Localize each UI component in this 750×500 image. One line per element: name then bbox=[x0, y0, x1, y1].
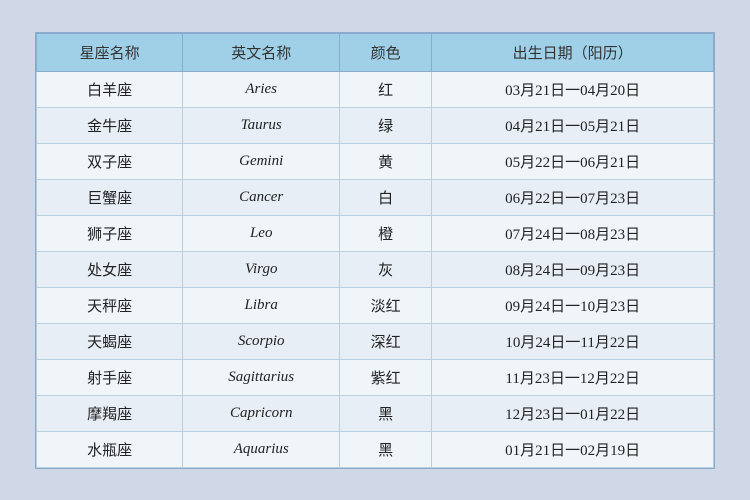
cell-chinese-name: 巨蟹座 bbox=[37, 179, 183, 215]
table-row: 摩羯座Capricorn黑12月23日一01月22日 bbox=[37, 395, 714, 431]
table-row: 天蝎座Scorpio深红10月24日一11月22日 bbox=[37, 323, 714, 359]
cell-dates: 08月24日一09月23日 bbox=[432, 251, 714, 287]
table-header-row: 星座名称 英文名称 颜色 出生日期（阳历） bbox=[37, 33, 714, 71]
table-row: 射手座Sagittarius紫红11月23日一12月22日 bbox=[37, 359, 714, 395]
cell-color: 橙 bbox=[340, 215, 432, 251]
cell-dates: 01月21日一02月19日 bbox=[432, 431, 714, 467]
cell-chinese-name: 金牛座 bbox=[37, 107, 183, 143]
cell-english-name: Sagittarius bbox=[183, 359, 340, 395]
cell-english-name: Capricorn bbox=[183, 395, 340, 431]
cell-english-name: Virgo bbox=[183, 251, 340, 287]
header-english-name: 英文名称 bbox=[183, 33, 340, 71]
cell-color: 白 bbox=[340, 179, 432, 215]
cell-chinese-name: 天蝎座 bbox=[37, 323, 183, 359]
table-row: 双子座Gemini黄05月22日一06月21日 bbox=[37, 143, 714, 179]
table-row: 金牛座Taurus绿04月21日一05月21日 bbox=[37, 107, 714, 143]
cell-color: 深红 bbox=[340, 323, 432, 359]
cell-color: 黄 bbox=[340, 143, 432, 179]
cell-dates: 03月21日一04月20日 bbox=[432, 71, 714, 107]
cell-dates: 11月23日一12月22日 bbox=[432, 359, 714, 395]
cell-dates: 09月24日一10月23日 bbox=[432, 287, 714, 323]
table-row: 巨蟹座Cancer白06月22日一07月23日 bbox=[37, 179, 714, 215]
table-row: 白羊座Aries红03月21日一04月20日 bbox=[37, 71, 714, 107]
header-color: 颜色 bbox=[340, 33, 432, 71]
cell-color: 紫红 bbox=[340, 359, 432, 395]
cell-english-name: Aries bbox=[183, 71, 340, 107]
cell-color: 灰 bbox=[340, 251, 432, 287]
zodiac-table: 星座名称 英文名称 颜色 出生日期（阳历） 白羊座Aries红03月21日一04… bbox=[36, 33, 714, 468]
cell-chinese-name: 白羊座 bbox=[37, 71, 183, 107]
cell-english-name: Leo bbox=[183, 215, 340, 251]
cell-color: 黑 bbox=[340, 431, 432, 467]
cell-chinese-name: 狮子座 bbox=[37, 215, 183, 251]
cell-chinese-name: 水瓶座 bbox=[37, 431, 183, 467]
cell-color: 绿 bbox=[340, 107, 432, 143]
cell-english-name: Libra bbox=[183, 287, 340, 323]
cell-english-name: Cancer bbox=[183, 179, 340, 215]
table-body: 白羊座Aries红03月21日一04月20日金牛座Taurus绿04月21日一0… bbox=[37, 71, 714, 467]
cell-english-name: Scorpio bbox=[183, 323, 340, 359]
cell-english-name: Aquarius bbox=[183, 431, 340, 467]
cell-chinese-name: 射手座 bbox=[37, 359, 183, 395]
cell-dates: 10月24日一11月22日 bbox=[432, 323, 714, 359]
cell-chinese-name: 天秤座 bbox=[37, 287, 183, 323]
zodiac-table-container: 星座名称 英文名称 颜色 出生日期（阳历） 白羊座Aries红03月21日一04… bbox=[35, 32, 715, 469]
cell-color: 淡红 bbox=[340, 287, 432, 323]
cell-english-name: Gemini bbox=[183, 143, 340, 179]
table-row: 天秤座Libra淡红09月24日一10月23日 bbox=[37, 287, 714, 323]
cell-english-name: Taurus bbox=[183, 107, 340, 143]
cell-dates: 07月24日一08月23日 bbox=[432, 215, 714, 251]
cell-color: 红 bbox=[340, 71, 432, 107]
cell-dates: 12月23日一01月22日 bbox=[432, 395, 714, 431]
header-chinese-name: 星座名称 bbox=[37, 33, 183, 71]
cell-dates: 04月21日一05月21日 bbox=[432, 107, 714, 143]
cell-chinese-name: 摩羯座 bbox=[37, 395, 183, 431]
table-row: 处女座Virgo灰08月24日一09月23日 bbox=[37, 251, 714, 287]
cell-chinese-name: 双子座 bbox=[37, 143, 183, 179]
cell-dates: 06月22日一07月23日 bbox=[432, 179, 714, 215]
cell-dates: 05月22日一06月21日 bbox=[432, 143, 714, 179]
table-row: 狮子座Leo橙07月24日一08月23日 bbox=[37, 215, 714, 251]
table-row: 水瓶座Aquarius黑01月21日一02月19日 bbox=[37, 431, 714, 467]
cell-color: 黑 bbox=[340, 395, 432, 431]
header-dates: 出生日期（阳历） bbox=[432, 33, 714, 71]
cell-chinese-name: 处女座 bbox=[37, 251, 183, 287]
